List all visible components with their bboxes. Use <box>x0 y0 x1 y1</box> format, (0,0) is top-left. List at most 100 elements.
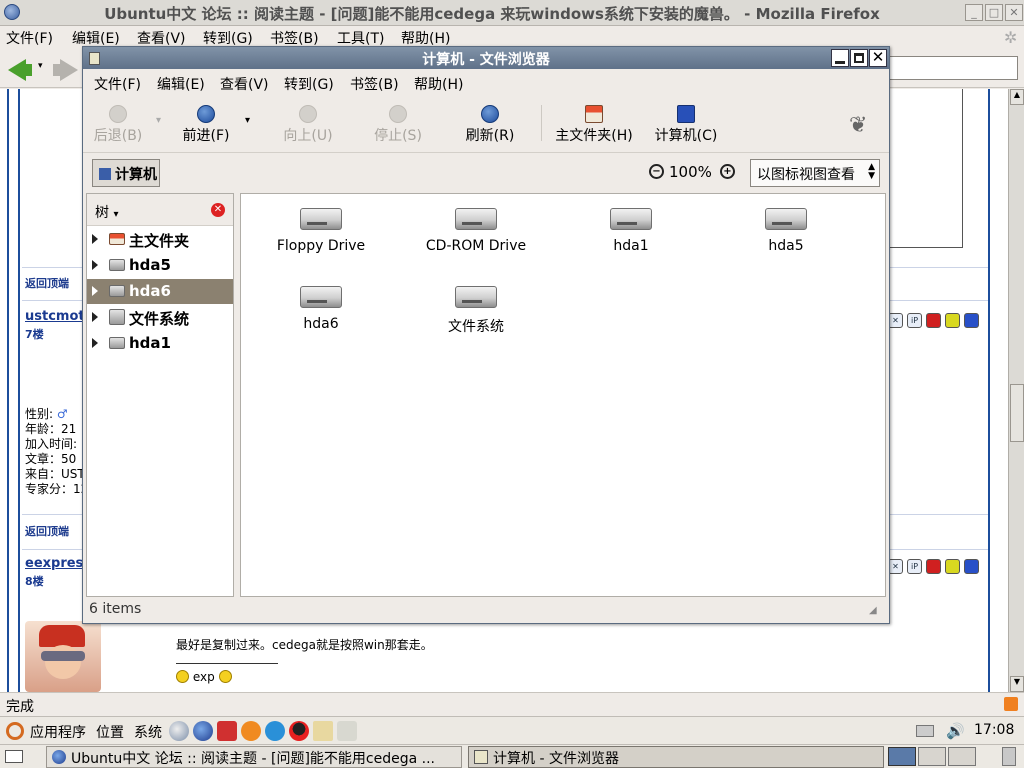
expander-icon[interactable] <box>92 286 98 296</box>
sidebar-item-filesystem[interactable]: 文件系统 <box>87 305 233 330</box>
view-mode-select[interactable]: 以图标视图查看 ▲ ▼ <box>750 159 880 187</box>
expander-icon[interactable] <box>92 312 98 322</box>
forward-arrow-icon[interactable] <box>60 59 78 81</box>
file-browser-title-bar[interactable]: 计算机 - 文件浏览器 ✕ <box>83 47 889 69</box>
blue-action-icon[interactable] <box>964 313 979 328</box>
minimize-button[interactable]: _ <box>965 4 983 21</box>
url-field[interactable] <box>888 56 1018 80</box>
item-hda6[interactable]: hda6 <box>246 272 396 332</box>
item-hda5[interactable]: hda5 <box>711 194 861 254</box>
item-filesystem[interactable]: 文件系统 <box>401 272 551 336</box>
menu-file[interactable]: 文件(F) <box>94 74 141 94</box>
volume-icon[interactable]: 🔊 <box>946 722 965 740</box>
close-button[interactable]: ✕ <box>1005 4 1023 21</box>
trash-icon[interactable] <box>1002 747 1016 766</box>
minimize-button[interactable] <box>831 49 849 67</box>
qq-launcher-icon[interactable] <box>289 721 309 741</box>
home-button[interactable]: 主文件夹(H) <box>553 105 635 145</box>
clock[interactable]: 17:08 <box>974 722 1014 738</box>
post8-username[interactable]: eexpres <box>25 556 83 571</box>
workspace-2[interactable] <box>918 747 946 766</box>
sidebar-item-hda5[interactable]: hda5 <box>87 253 233 278</box>
chat-launcher-icon[interactable] <box>265 721 285 741</box>
ip-icon[interactable]: iP <box>907 559 922 574</box>
ubuntu-logo-icon[interactable] <box>6 722 24 740</box>
up-button[interactable]: 向上(U) <box>279 105 337 145</box>
menu-help[interactable]: 帮助(H) <box>401 28 450 48</box>
close-button[interactable]: ✕ <box>869 49 887 67</box>
resize-grip-icon[interactable]: ◢ <box>869 605 877 616</box>
yellow-action-icon[interactable] <box>945 559 960 574</box>
menu-view[interactable]: 查看(V) <box>137 28 186 48</box>
menu-places[interactable]: 位置 <box>96 722 124 742</box>
back-button[interactable]: 后退(B) <box>91 105 145 145</box>
back-history-dropdown-icon[interactable]: ▾ <box>156 115 161 126</box>
back-to-top-link-1[interactable]: 返回顶端 <box>25 275 69 291</box>
network-launcher-icon[interactable] <box>169 721 189 741</box>
menu-file[interactable]: 文件(F) <box>6 28 53 48</box>
notes-launcher-icon[interactable] <box>337 721 357 741</box>
zoom-in-icon[interactable]: + <box>720 164 735 179</box>
menu-system[interactable]: 系统 <box>134 722 162 742</box>
pane-splitter[interactable] <box>234 193 239 597</box>
computer-button[interactable]: 计算机(C) <box>651 105 721 145</box>
menu-applications[interactable]: 应用程序 <box>30 722 86 742</box>
profile-icon[interactable]: ✕ <box>888 313 903 328</box>
item-floppy-drive[interactable]: Floppy Drive <box>246 194 396 254</box>
location-computer-button[interactable]: 计算机 <box>92 159 160 187</box>
mail-launcher-icon[interactable] <box>217 721 237 741</box>
show-desktop-icon[interactable] <box>5 750 23 763</box>
forward-button[interactable]: 前进(F) <box>179 105 233 145</box>
taskbar-item-firefox[interactable]: Ubuntu中文 论坛 :: 阅读主题 - [问题]能不能用cedega ... <box>46 746 462 768</box>
scrollbar-thumb[interactable] <box>1010 384 1024 442</box>
drive-icon <box>109 337 125 349</box>
sidebar-item-hda1[interactable]: hda1 <box>87 331 233 356</box>
reload-button[interactable]: 刷新(R) <box>461 105 519 145</box>
item-cdrom-drive[interactable]: CD-ROM Drive <box>401 194 551 254</box>
sidebar-item-hda6[interactable]: hda6 <box>87 279 233 304</box>
menu-go[interactable]: 转到(G) <box>284 74 334 94</box>
editor-launcher-icon[interactable] <box>313 721 333 741</box>
menu-tools[interactable]: 工具(T) <box>337 28 384 48</box>
zoom-out-icon[interactable]: − <box>649 164 664 179</box>
scroll-up-arrow-icon[interactable]: ▲ <box>1010 89 1024 105</box>
sidebar-item-home[interactable]: 主文件夹 <box>87 227 233 252</box>
firefox-launcher-icon[interactable] <box>193 721 213 741</box>
status-text: 完成 <box>6 699 34 715</box>
workspace-1[interactable] <box>888 747 916 766</box>
maximize-button[interactable]: □ <box>985 4 1003 21</box>
webpage-scrollbar[interactable]: ▲ ▼ <box>1008 89 1024 692</box>
back-history-dropdown-icon[interactable]: ▾ <box>38 61 43 71</box>
skype-launcher-icon[interactable] <box>241 721 261 741</box>
menu-go[interactable]: 转到(G) <box>203 28 253 48</box>
taskbar-item-file-browser[interactable]: 计算机 - 文件浏览器 <box>468 746 884 768</box>
back-to-top-link-2[interactable]: 返回顶端 <box>25 523 69 539</box>
yellow-action-icon[interactable] <box>945 313 960 328</box>
post7-username[interactable]: ustcmot <box>25 309 85 324</box>
printer-icon[interactable] <box>916 725 934 737</box>
ip-icon[interactable]: iP <box>907 313 922 328</box>
menu-edit[interactable]: 编辑(E) <box>157 74 205 94</box>
maximize-button[interactable] <box>850 49 868 67</box>
menu-view[interactable]: 查看(V) <box>220 74 269 94</box>
profile-icon[interactable]: ✕ <box>888 559 903 574</box>
rss-icon[interactable] <box>1004 697 1018 711</box>
expander-icon[interactable] <box>92 234 98 244</box>
stop-button[interactable]: 停止(S) <box>369 105 427 145</box>
item-hda1[interactable]: hda1 <box>556 194 706 254</box>
drive-icon <box>610 208 652 230</box>
expander-icon[interactable] <box>92 260 98 270</box>
menu-bookmarks[interactable]: 书签(B) <box>270 28 319 48</box>
forward-history-dropdown-icon[interactable]: ▾ <box>245 115 250 126</box>
sidebar-mode-select[interactable]: 树 ▾ <box>95 202 118 222</box>
sidebar-close-icon[interactable]: ✕ <box>211 203 225 217</box>
workspace-3[interactable] <box>948 747 976 766</box>
menu-edit[interactable]: 编辑(E) <box>72 28 120 48</box>
red-action-icon[interactable] <box>926 313 941 328</box>
expander-icon[interactable] <box>92 338 98 348</box>
menu-bookmarks[interactable]: 书签(B) <box>350 74 399 94</box>
red-action-icon[interactable] <box>926 559 941 574</box>
blue-action-icon[interactable] <box>964 559 979 574</box>
scroll-down-arrow-icon[interactable]: ▼ <box>1010 676 1024 692</box>
menu-help[interactable]: 帮助(H) <box>414 74 463 94</box>
